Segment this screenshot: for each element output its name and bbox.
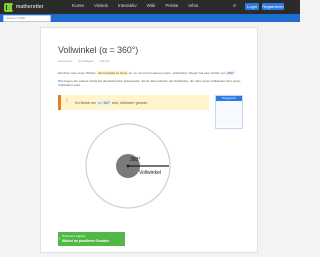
paragraph-1-highlight-b: 360°: [226, 71, 235, 75]
vollwinkel-label: Vollwinkel: [139, 170, 161, 176]
warning-text-b: wird „Vollwinkel“ genannt.: [111, 101, 149, 105]
program-box[interactable]: Programm: [215, 95, 243, 129]
register-button[interactable]: Registrieren: [262, 3, 284, 10]
paragraph-2: Hier liegen der andere Schenkel (Endsche…: [58, 79, 241, 87]
article-card: Vollwinkel (α = 360°) Geometrie Grundlag…: [40, 27, 258, 253]
next-chapter-button[interactable]: › Nächstes Kapitel: Winkel an parallelen…: [58, 232, 125, 246]
vertex-point: [126, 164, 130, 168]
nav-item-wiki[interactable]: Wiki: [147, 3, 156, 11]
page-title: Vollwinkel (α = 360°): [58, 45, 139, 55]
site-logo[interactable]: matheretter: [4, 2, 44, 12]
paragraph-1-text-c: .: [235, 71, 237, 75]
paragraph-1: Zeichnet man einen Winkel, der komplett …: [58, 71, 241, 75]
next-chapter-title: Winkel an parallelen Geraden: [62, 239, 110, 243]
meta-views: Aufrufe: [99, 59, 110, 63]
wiki-search-input[interactable]: Suche im Wiki: [3, 15, 51, 22]
nav-item-preise[interactable]: Preise: [165, 3, 178, 11]
search-icon[interactable]: ⌕: [233, 3, 236, 10]
warning-callout: ! Ein Winkel von α = 360° wird „Vollwink…: [58, 95, 209, 110]
warning-text-a: Ein Winkel von: [75, 101, 97, 105]
nav-item-kurse[interactable]: Kurse: [72, 3, 84, 11]
logo-text: matheretter: [16, 4, 44, 10]
nav-item-infos[interactable]: Infos: [188, 3, 198, 11]
meta-category: Geometrie: [58, 59, 73, 63]
lightbulb-icon: !: [66, 99, 68, 105]
nav-item-videos[interactable]: Videos: [94, 3, 108, 11]
top-navigation-bar: matheretter Kurse Videos Interaktiv Wiki…: [0, 0, 300, 14]
arrow-right-icon: ›: [59, 236, 61, 242]
next-chapter-label: Nächstes Kapitel:: [62, 234, 87, 238]
article-meta: Geometrie Grundlagen Aufrufe: [58, 59, 109, 63]
warning-text: Ein Winkel von α = 360° wird „Vollwinkel…: [75, 101, 148, 105]
full-angle-svg: 360° Vollwinkel: [85, 123, 171, 209]
paragraph-1-text-a: Zeichnet man einen Winkel,: [58, 71, 97, 75]
full-angle-figure: 360° Vollwinkel: [58, 119, 208, 219]
paragraph-1-text-b: ist, so nennt man diesen einen „Vollwink…: [128, 71, 227, 75]
main-nav: Kurse Videos Interaktiv Wiki Preise Info…: [72, 3, 198, 11]
angle-label: 360°: [130, 157, 140, 163]
paragraph-1-highlight-a: der komplett im Kreis: [97, 71, 129, 75]
warning-text-highlight: α = 360°: [96, 101, 112, 105]
logo-icon: [4, 2, 13, 12]
nav-item-interaktiv[interactable]: Interaktiv: [118, 3, 137, 11]
login-button[interactable]: Login: [245, 3, 259, 10]
program-box-body: [216, 101, 242, 127]
meta-subcategory: Grundlagen: [78, 59, 94, 63]
